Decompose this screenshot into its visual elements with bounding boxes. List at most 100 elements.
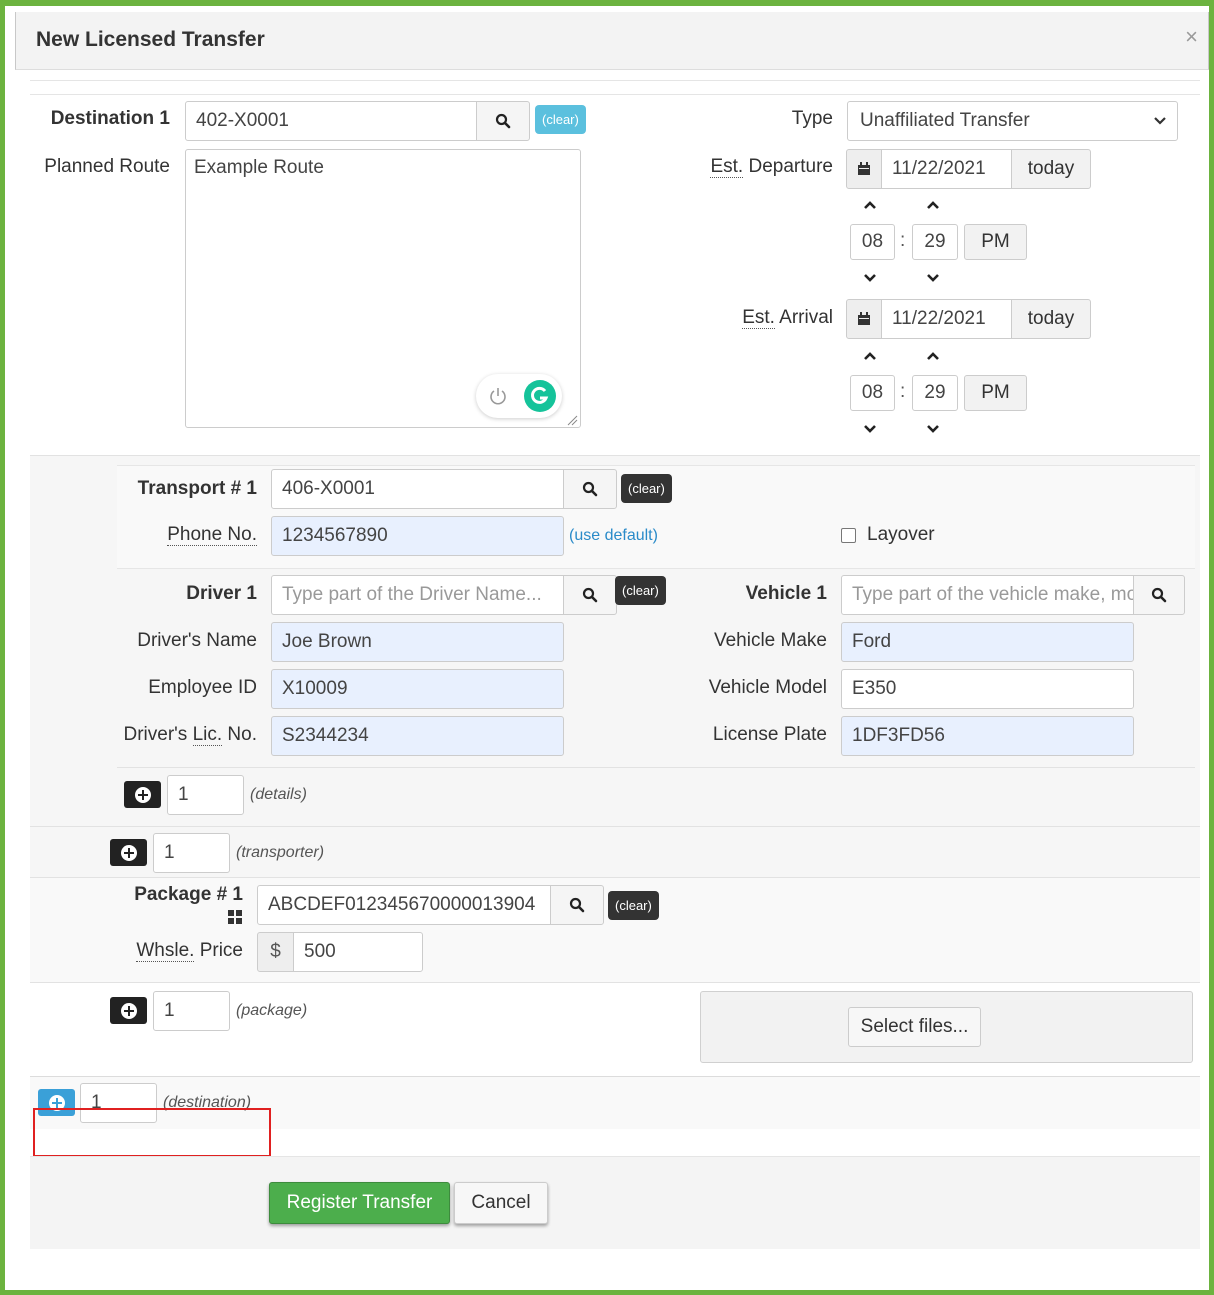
power-icon[interactable] [488,386,508,406]
departure-minute-input[interactable]: 29 [912,224,958,260]
est-abbr: Est. [710,156,744,178]
transport-clear-button[interactable]: (clear) [621,474,672,503]
lic-label-post: No. [222,724,257,745]
departure-date-input[interactable]: 11/22/2021 [881,149,1012,189]
chevron-down-icon [1154,117,1166,125]
details-label: (details) [250,786,307,803]
arrival-hour-input[interactable]: 08 [850,375,895,411]
phone-label: Phone No. [117,524,257,546]
type-select[interactable]: Unaffiliated Transfer [847,101,1178,141]
resize-handle-icon[interactable] [566,414,578,426]
lic-label-pre: Driver's [123,724,193,745]
driver-search-button[interactable] [563,575,617,615]
use-default-link[interactable]: (use default) [569,527,658,545]
destination-clear-button[interactable]: (clear) [535,105,586,134]
arrival-today-button[interactable]: today [1011,299,1091,339]
vehicle-search-input[interactable]: Type part of the vehicle make, mo [841,575,1134,615]
vehicle-model-input[interactable]: E350 [841,669,1134,709]
select-files-button[interactable]: Select files... [848,1007,981,1047]
search-icon [582,587,598,603]
transporter-count-input[interactable]: 1 [153,833,230,873]
departure-hour-down-icon[interactable] [857,268,883,288]
arrival-hour-up-icon[interactable] [857,346,883,366]
calendar-icon[interactable] [846,299,882,339]
license-plate-input[interactable]: 1DF3FD56 [841,716,1134,756]
add-transporter-button[interactable] [110,839,147,866]
planned-route-textarea[interactable]: Example Route [185,149,581,428]
whsle-abbr: Whsle. [136,940,195,962]
departure-label-text: Departure [748,156,834,177]
lic-abbr: Lic. [192,724,223,746]
divider [30,80,1200,81]
est-abbr: Est. [742,307,775,329]
est-departure-label: Est. Departure [695,156,833,178]
divider [117,767,1195,768]
departure-hour-input[interactable]: 08 [850,224,895,260]
package-clear-button[interactable]: (clear) [608,891,659,920]
search-icon [582,481,598,497]
transport-input[interactable]: 406-X0001 [271,469,564,509]
register-transfer-button[interactable]: Register Transfer [269,1182,450,1224]
driver-lic-label: Driver's Lic. No. [105,724,257,746]
barcode-grid-icon[interactable] [228,910,242,924]
package-count-input[interactable]: 1 [153,991,230,1031]
phone-label-text: Phone No. [167,524,257,546]
license-plate-label: License Plate [712,724,827,745]
grammarly-icon[interactable] [524,380,556,412]
price-label-post: Price [194,940,243,961]
vehicle-make-label: Vehicle Make [713,630,827,651]
phone-input[interactable]: 1234567890 [271,516,564,556]
transport-search-button[interactable] [563,469,617,509]
transport-label: Transport # 1 [137,478,257,499]
layover-label: Layover [867,524,935,545]
add-package-button[interactable] [110,997,147,1024]
employee-id-input[interactable]: X10009 [271,669,564,709]
package-search-button[interactable] [550,885,604,925]
arrival-date-input[interactable]: 11/22/2021 [881,299,1012,339]
driver-name-input[interactable]: Joe Brown [271,622,564,662]
vehicle-label: Vehicle 1 [745,583,827,604]
type-value: Unaffiliated Transfer [860,110,1030,131]
destination-search-button[interactable] [476,101,530,141]
add-details-button[interactable] [124,781,161,808]
departure-today-button[interactable]: today [1011,149,1091,189]
arrival-minute-up-icon[interactable] [920,346,946,366]
package-input[interactable]: ABCDEF012345670000013904 [257,885,551,925]
departure-minute-up-icon[interactable] [920,195,946,215]
planned-route-value: Example Route [194,157,324,178]
close-icon[interactable]: × [1185,24,1198,50]
transporter-label: (transporter) [236,844,325,861]
search-icon [569,897,585,913]
arrival-label-text: Arrival [779,307,833,328]
destination-label: Destination 1 [50,108,170,129]
currency-addon: $ [257,932,294,972]
departure-minute-down-icon[interactable] [920,268,946,288]
cancel-button[interactable]: Cancel [454,1182,548,1224]
vehicle-make-input[interactable]: Ford [841,622,1134,662]
driver-lic-input[interactable]: S2344234 [271,716,564,756]
destination-input[interactable]: 402-X0001 [185,101,477,141]
page-frame: New Licensed Transfer × Destination 1 40… [0,0,1214,1295]
package-adder-label: (package) [236,1002,308,1019]
arrival-hour-down-icon[interactable] [857,419,883,439]
vehicle-search-button[interactable] [1133,575,1185,615]
plus-circle-icon [120,1002,137,1019]
driver-search-input[interactable]: Type part of the Driver Name... [271,575,564,615]
departure-hour-up-icon[interactable] [857,195,883,215]
details-count-input[interactable]: 1 [167,775,244,815]
search-icon [495,113,511,129]
search-icon [1151,587,1167,603]
arrival-ampm-button[interactable]: PM [964,375,1027,411]
driver-label: Driver 1 [186,583,257,604]
departure-ampm-button[interactable]: PM [964,224,1027,260]
dialog-footer [30,1157,1200,1249]
arrival-minute-input[interactable]: 29 [912,375,958,411]
time-separator: : [900,381,906,402]
layover-checkbox[interactable] [841,528,856,543]
plus-circle-icon [134,786,151,803]
whsle-price-input[interactable]: 500 [293,932,423,972]
calendar-icon[interactable] [846,149,882,189]
arrival-minute-down-icon[interactable] [920,419,946,439]
est-arrival-label: Est. Arrival [695,307,833,329]
driver-clear-button[interactable]: (clear) [615,576,666,605]
